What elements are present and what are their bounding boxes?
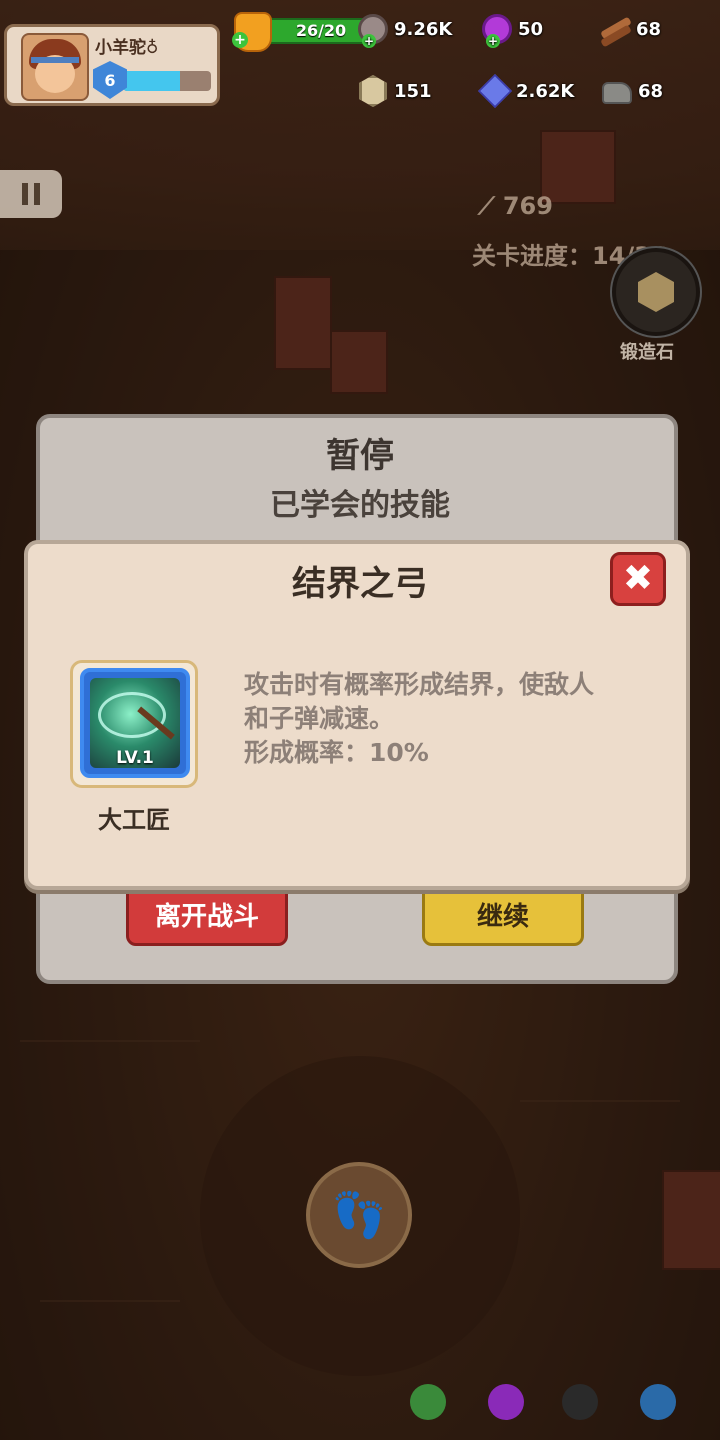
coin-icon [356, 74, 390, 108]
gear-icon: + [356, 12, 390, 48]
add-gear-icon[interactable]: + [362, 34, 376, 48]
level-badge: 6 [93, 61, 127, 99]
player-name: 小羊驼♁ [95, 38, 159, 58]
gear-resource[interactable]: + 9.26K [356, 12, 453, 48]
add-orb-icon[interactable]: + [486, 34, 500, 48]
stone-value: 68 [638, 80, 664, 102]
orb-resource[interactable]: + 50 [480, 12, 544, 48]
coin-resource: 151 [356, 74, 432, 108]
skill-desc-line: 和子弹减速。 [244, 704, 395, 733]
skill-level: LV.1 [116, 748, 154, 768]
add-energy-icon[interactable]: + [232, 32, 248, 48]
wind-skill-icon [640, 1384, 676, 1420]
skill-chance: 形成概率：10% [244, 738, 429, 767]
gem-resource: 2.62K [478, 74, 574, 108]
nature-skill-icon [410, 1384, 446, 1420]
gem-icon [478, 74, 512, 108]
claw-icon: ⟋ [478, 192, 495, 220]
skill-name: 大工匠 [98, 806, 170, 834]
orb-icon: + [480, 12, 514, 48]
xp-bar [123, 71, 211, 91]
learned-skills-heading: 已学会的技能 [270, 488, 450, 523]
pause-button[interactable] [0, 170, 62, 218]
gem-value: 2.62K [516, 80, 575, 102]
close-button[interactable]: ✖ [610, 552, 666, 606]
continue-button[interactable]: 继续 [422, 884, 584, 946]
wood-value: 68 [636, 18, 662, 40]
skill-desc-line: 攻击时有概率形成结界，使敌人 [244, 670, 595, 699]
xp-fill [123, 71, 181, 91]
barrier-ring [98, 692, 166, 738]
close-icon: ✖ [622, 558, 654, 599]
footprint-icon: 👣 [331, 1190, 387, 1241]
moon-skill-icon [488, 1384, 524, 1420]
stone-resource: 68 [600, 74, 663, 108]
energy-resource[interactable]: 26/20 + [232, 10, 380, 52]
avatar[interactable] [21, 33, 89, 101]
skill-icon: LV.1 [80, 668, 190, 778]
gear-value: 9.26K [394, 18, 453, 40]
wood-icon [598, 12, 632, 48]
forge-stone-label: 锻造石 [620, 342, 674, 363]
skill-description: 攻击时有概率形成结界，使敌人 和子弹减速。 形成概率：10% [244, 668, 664, 770]
coin-value: 151 [394, 80, 432, 102]
wood-resource: 68 [598, 12, 662, 48]
leave-battle-button[interactable]: 离开战斗 [126, 884, 288, 946]
player-profile[interactable]: 小羊驼♁ 6 [4, 24, 220, 106]
kill-counter: ⟋ 769 [478, 192, 553, 220]
lightning-skill-icon [562, 1384, 598, 1420]
orb-value: 50 [518, 18, 544, 40]
stone-icon [600, 74, 634, 108]
forge-stone-icon [638, 272, 674, 312]
kill-value: 769 [502, 192, 553, 220]
pause-title: 暂停 [326, 436, 394, 476]
forge-stone-button[interactable] [612, 248, 700, 336]
joystick-knob[interactable]: 👣 [306, 1162, 412, 1268]
